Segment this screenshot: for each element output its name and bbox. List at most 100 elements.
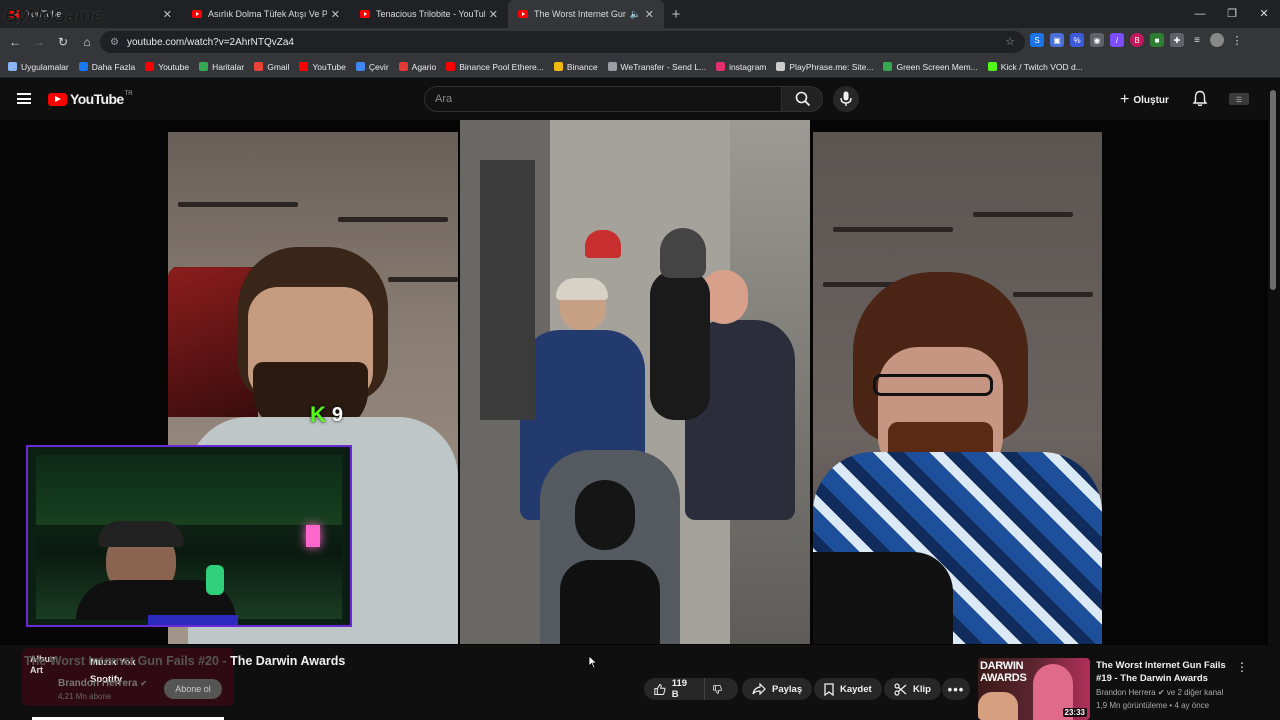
speaker-icon[interactable]: 🔈 [630,9,641,20]
search-input[interactable]: Ara [424,86,782,112]
youtube-play-logo-icon [48,92,67,106]
back-arrow-icon[interactable]: ← [3,35,27,49]
youtube-logo[interactable]: YouTube TR [48,91,133,107]
bookmark-label: Youtube [158,61,190,72]
bookmark-favicon-icon [553,62,563,71]
reading-list-icon[interactable]: ≡ [1190,33,1204,47]
create-button[interactable]: + Oluştur [1120,91,1169,109]
bookmark-label: Haritalar [212,61,245,72]
extension-icon[interactable]: B [1130,33,1144,47]
reload-icon[interactable]: ↻ [51,35,75,49]
close-tab-icon[interactable]: ✕ [489,8,498,21]
mouse-cursor-icon [588,655,598,669]
bookmark-favicon-icon [199,62,209,71]
bookmark-favicon-icon [987,62,997,71]
bookmark-item[interactable]: Binance [553,61,598,72]
bookmark-favicon-icon [299,62,309,71]
bookmark-label: Gmail [267,61,290,72]
create-label: Oluştur [1133,94,1169,106]
close-tab-icon[interactable]: ✕ [645,8,654,21]
search-icon [795,91,811,107]
bookmark-item[interactable]: YouTube [299,62,346,72]
dislike-button[interactable] [704,678,738,700]
bookmark-icon [824,682,834,696]
bookmark-label: Binance [566,61,598,72]
recommended-title[interactable]: The Worst Internet Gun Fails #19 - The D… [1096,659,1226,685]
more-vertical-icon[interactable]: ⋮ [1236,660,1248,674]
extension-icon[interactable]: ▣ [1050,33,1064,47]
youtube-favicon-icon [518,10,528,18]
thumbs-down-icon [713,684,722,694]
forward-arrow-icon[interactable]: → [27,35,51,49]
account-avatar-icon[interactable]: ☰ [1228,90,1250,108]
more-horizontal-icon: ••• [947,681,965,697]
bookmark-item[interactable]: Youtube [145,62,189,72]
browser-tab-strip: YouTube ✕ Asırlık Dolma Tüfek Atışı Ve P… [0,0,1280,28]
hamburger-menu-icon[interactable] [17,93,31,104]
bookmark-item[interactable]: WeTransfer - Send L... [607,62,706,72]
svg-text:☰: ☰ [1236,97,1242,104]
bookmark-item[interactable]: Kick / Twitch VOD d... [987,62,1083,72]
webcam-name-banner [148,615,238,625]
like-button[interactable]: 119 B [644,678,704,700]
bookmark-item[interactable]: PlayPhrase.me: Site... [776,62,873,72]
close-window-icon[interactable]: ✕ [1248,0,1280,28]
minimize-icon[interactable]: — [1184,0,1216,28]
bookmark-item[interactable]: instagram [716,62,766,72]
bookmark-star-icon[interactable]: ☆ [1005,35,1015,48]
search-button[interactable] [781,86,823,112]
video-duration: 23:33 [1062,708,1087,717]
extension-icon[interactable]: ◉ [1090,33,1104,47]
recommended-channel[interactable]: Brandon Herrera ✔ ve 2 diğer kanal [1096,688,1223,697]
extension-icon[interactable]: / [1110,33,1124,47]
recommended-thumbnail[interactable]: DARWIN AWARDS 23:33 [978,658,1090,720]
tab-title: The Worst Internet Gun Fails [534,9,626,19]
bookmark-item[interactable]: Gmail [254,62,289,72]
page-scrollbar[interactable] [1270,90,1276,290]
bookmark-item[interactable]: Uygulamalar [8,62,69,72]
puzzle-extensions-icon[interactable]: ✚ [1170,33,1184,47]
youtube-favicon-icon [360,10,370,18]
save-button[interactable]: Kaydet [814,678,882,700]
browser-tab[interactable]: Tenacious Trilobite - YouTube ✕ [350,0,508,28]
share-button[interactable]: Paylaş [742,678,813,700]
extension-icon[interactable]: % [1070,33,1084,47]
more-actions-button[interactable]: ••• [942,678,970,700]
clip-button[interactable]: Klip [884,678,941,700]
video-player[interactable]: K 9 [0,120,1268,645]
plus-icon: + [1120,91,1130,108]
youtube-wordmark: YouTube [70,91,124,107]
share-arrow-icon [752,683,766,695]
address-bar[interactable]: ⚙ youtube.com/watch?v=2AhrNTQvZa4 ☆ [100,31,1025,53]
extension-icon[interactable]: S [1030,33,1044,47]
notifications-bell-icon[interactable] [1192,90,1208,107]
new-tab-button[interactable]: + [664,0,688,28]
browser-tab[interactable]: Asırlık Dolma Tüfek Atışı Ve Pat ✕ [182,0,350,28]
bookmark-item[interactable]: Agario [398,62,436,72]
profile-avatar-icon[interactable] [1210,33,1224,47]
close-tab-icon[interactable]: ✕ [163,8,172,21]
bookmark-item[interactable]: Haritalar [199,62,244,72]
home-icon[interactable]: ⌂ [75,35,99,49]
site-info-icon[interactable]: ⚙ [110,37,119,48]
bookmark-item[interactable]: Daha Fazla [78,61,136,72]
youtube-favicon-icon [192,10,202,18]
bookmark-label: Daha Fazla [91,61,136,72]
bookmark-item[interactable]: Green Screen Mem... [883,62,978,72]
verified-check-icon: ✔ [1157,688,1167,697]
browser-tab-active[interactable]: The Worst Internet Gun Fails 🔈 ✕ [508,0,664,28]
extension-icon[interactable]: ■ [1150,33,1164,47]
subscribe-button[interactable]: Abone ol [164,679,222,699]
kick-viewer-overlay: K 9 [310,402,343,428]
bookmark-item[interactable]: Binance Pool Ethere... [446,62,544,72]
close-tab-icon[interactable]: ✕ [331,8,340,21]
bookmark-label: PlayPhrase.me: Site... [789,61,874,72]
channel-name[interactable]: Brandon Herrera ✔ [58,678,147,689]
voice-search-button[interactable] [833,86,859,112]
window-controls: — ❐ ✕ [1184,0,1280,28]
restore-icon[interactable]: ❐ [1216,0,1248,28]
tab-title: Tenacious Trilobite - YouTube [376,9,485,19]
youtube-header: YouTube TR Ara + Oluştur ☰ [0,78,1280,120]
bookmark-item[interactable]: Çevir [355,62,389,72]
menu-kebab-icon[interactable]: ⋮ [1230,33,1244,47]
